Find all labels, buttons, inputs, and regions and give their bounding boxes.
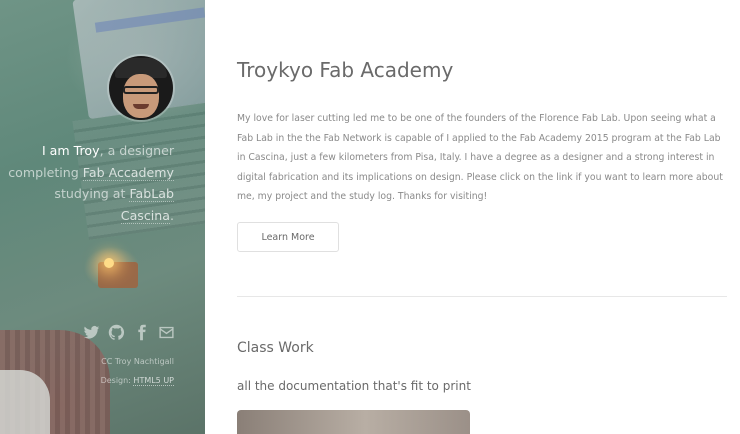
learn-more-button[interactable]: Learn More: [237, 222, 339, 252]
sidebar-credits: CC Troy Nachtigall Design: HTML5 UP: [101, 352, 174, 390]
sidebar: I am Troy, a designer completing Fab Acc…: [0, 0, 205, 434]
copyright-text: CC Troy Nachtigall: [101, 357, 174, 366]
social-icons: [83, 324, 175, 341]
page-title: Troykyo Fab Academy: [237, 58, 454, 82]
github-icon[interactable]: [108, 324, 125, 341]
background-photo-led: [104, 258, 114, 268]
intro-paragraph: My love for laser cutting led me to be o…: [237, 113, 723, 202]
avatar: [109, 56, 173, 120]
class-work-thumbnail[interactable]: [237, 410, 470, 434]
fablab-cascina-link[interactable]: FabLab Cascina: [120, 186, 174, 224]
design-credit: Design: HTML5 UP: [101, 371, 174, 390]
design-label: Design:: [100, 376, 134, 385]
mail-icon[interactable]: [158, 324, 175, 341]
html5up-link[interactable]: HTML5 UP: [133, 376, 174, 386]
facebook-icon[interactable]: [133, 324, 150, 341]
section-title: Class Work: [237, 340, 314, 356]
section-subtitle: all the documentation that's fit to prin…: [237, 379, 471, 393]
intro-text-end: .: [169, 207, 174, 223]
intro-name: I am Troy: [41, 143, 100, 158]
intro-text-2: studying at: [54, 186, 130, 201]
twitter-icon[interactable]: [83, 324, 100, 341]
section-divider: [237, 296, 727, 297]
fab-academy-link[interactable]: Fab Accademy: [82, 164, 174, 181]
sidebar-intro: I am Troy, a designer completing Fab Acc…: [4, 140, 174, 226]
background-photo-sock: [0, 370, 50, 434]
